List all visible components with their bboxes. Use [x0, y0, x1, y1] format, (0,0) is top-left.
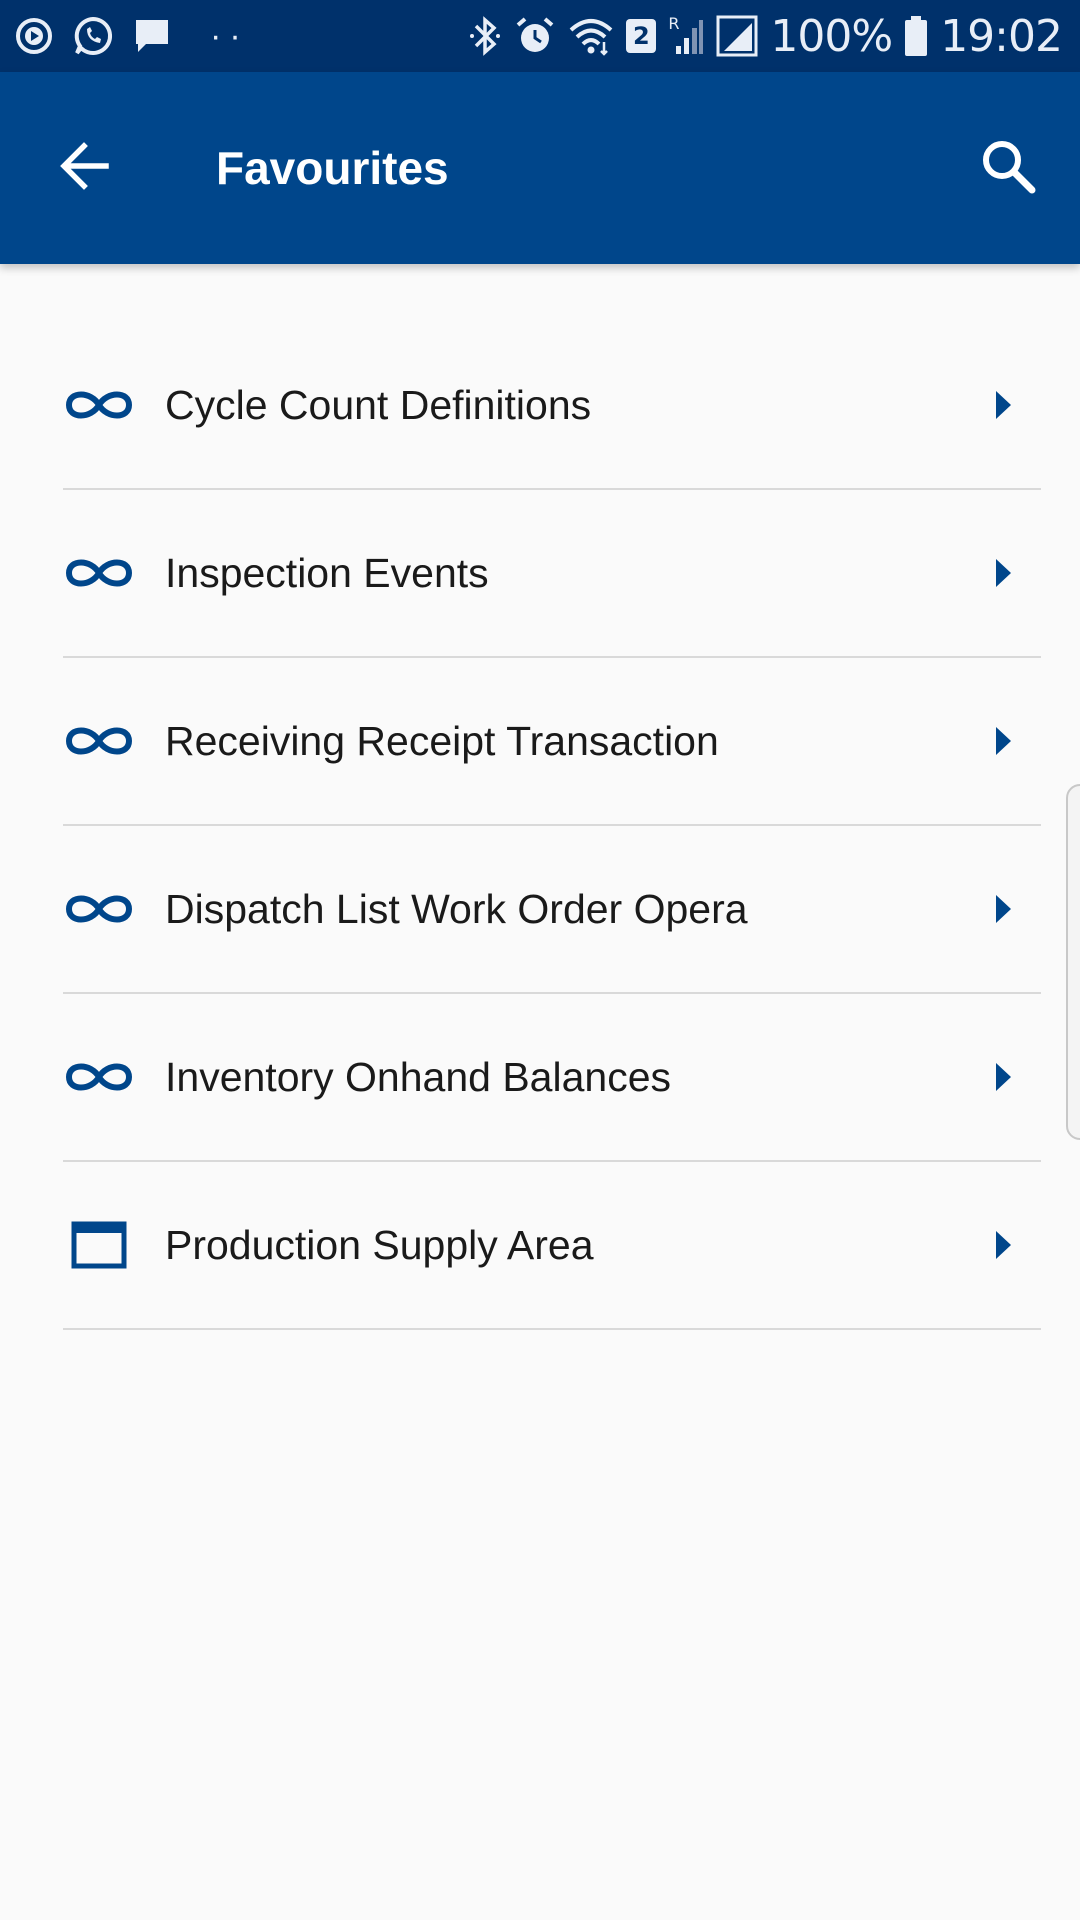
favourites-list: Cycle Count Definitions Inspection Event… [63, 322, 1041, 1330]
favourite-item-inspection-events[interactable]: Inspection Events [63, 490, 1041, 658]
infinity-icon [63, 1041, 135, 1113]
status-bar-notifications: ·· [0, 15, 249, 57]
chevron-right-icon [979, 381, 1027, 429]
favourite-item-label: Production Supply Area [165, 1221, 594, 1268]
favourite-item-label: Receiving Receipt Transaction [165, 717, 719, 764]
chevron-right-icon [979, 1053, 1027, 1101]
infinity-icon [63, 537, 135, 609]
favourite-item-production-supply-area[interactable]: Production Supply Area [63, 1162, 1041, 1330]
search-button[interactable] [960, 120, 1056, 216]
favourite-item-label: Inventory Onhand Balances [165, 1053, 671, 1100]
chevron-right-icon [979, 717, 1027, 765]
message-icon [132, 16, 172, 56]
overflow-indicator: ·· [210, 16, 249, 55]
app-bar: Favourites [0, 72, 1080, 264]
status-bar: ·· 2 R 100% 19:02 [0, 0, 1080, 72]
chevron-right-icon [979, 1221, 1027, 1269]
window-icon [63, 1209, 135, 1281]
signal-icon [716, 15, 758, 57]
media-player-icon [14, 16, 54, 56]
search-icon [978, 136, 1038, 201]
battery-percent: 100% [770, 10, 893, 62]
clock: 19:02 [940, 10, 1063, 62]
bluetooth-icon [468, 14, 502, 58]
chevron-right-icon [979, 885, 1027, 933]
favourite-item-label: Inspection Events [165, 549, 489, 596]
arrow-left-icon [56, 138, 112, 199]
chevron-right-icon [979, 549, 1027, 597]
status-bar-system: 2 R 100% 19:02 [468, 11, 1080, 62]
roaming-signal-icon: R [668, 14, 704, 58]
favourite-item-cycle-count-definitions[interactable]: Cycle Count Definitions [63, 322, 1041, 490]
infinity-icon [63, 369, 135, 441]
infinity-icon [63, 873, 135, 945]
favourite-item-inventory-onhand-balances[interactable]: Inventory Onhand Balances [63, 994, 1041, 1162]
favourite-item-label: Cycle Count Definitions [165, 381, 592, 428]
back-button[interactable] [36, 120, 132, 216]
page-title: Favourites [216, 142, 449, 194]
favourite-item-dispatch-list-work-order-opera[interactable]: Dispatch List Work Order Opera [63, 826, 1041, 994]
sim2-icon: 2 [626, 19, 657, 53]
favourite-item-label: Dispatch List Work Order Opera [165, 885, 748, 932]
wifi-icon [568, 16, 614, 56]
roaming-mark: R [668, 14, 680, 33]
battery-icon [904, 15, 928, 57]
favourite-item-receiving-receipt-transaction[interactable]: Receiving Receipt Transaction [63, 658, 1041, 826]
alarm-icon [514, 15, 556, 57]
infinity-icon [63, 705, 135, 777]
edge-panel-handle[interactable] [1066, 784, 1080, 1140]
whatsapp-icon [72, 15, 114, 57]
